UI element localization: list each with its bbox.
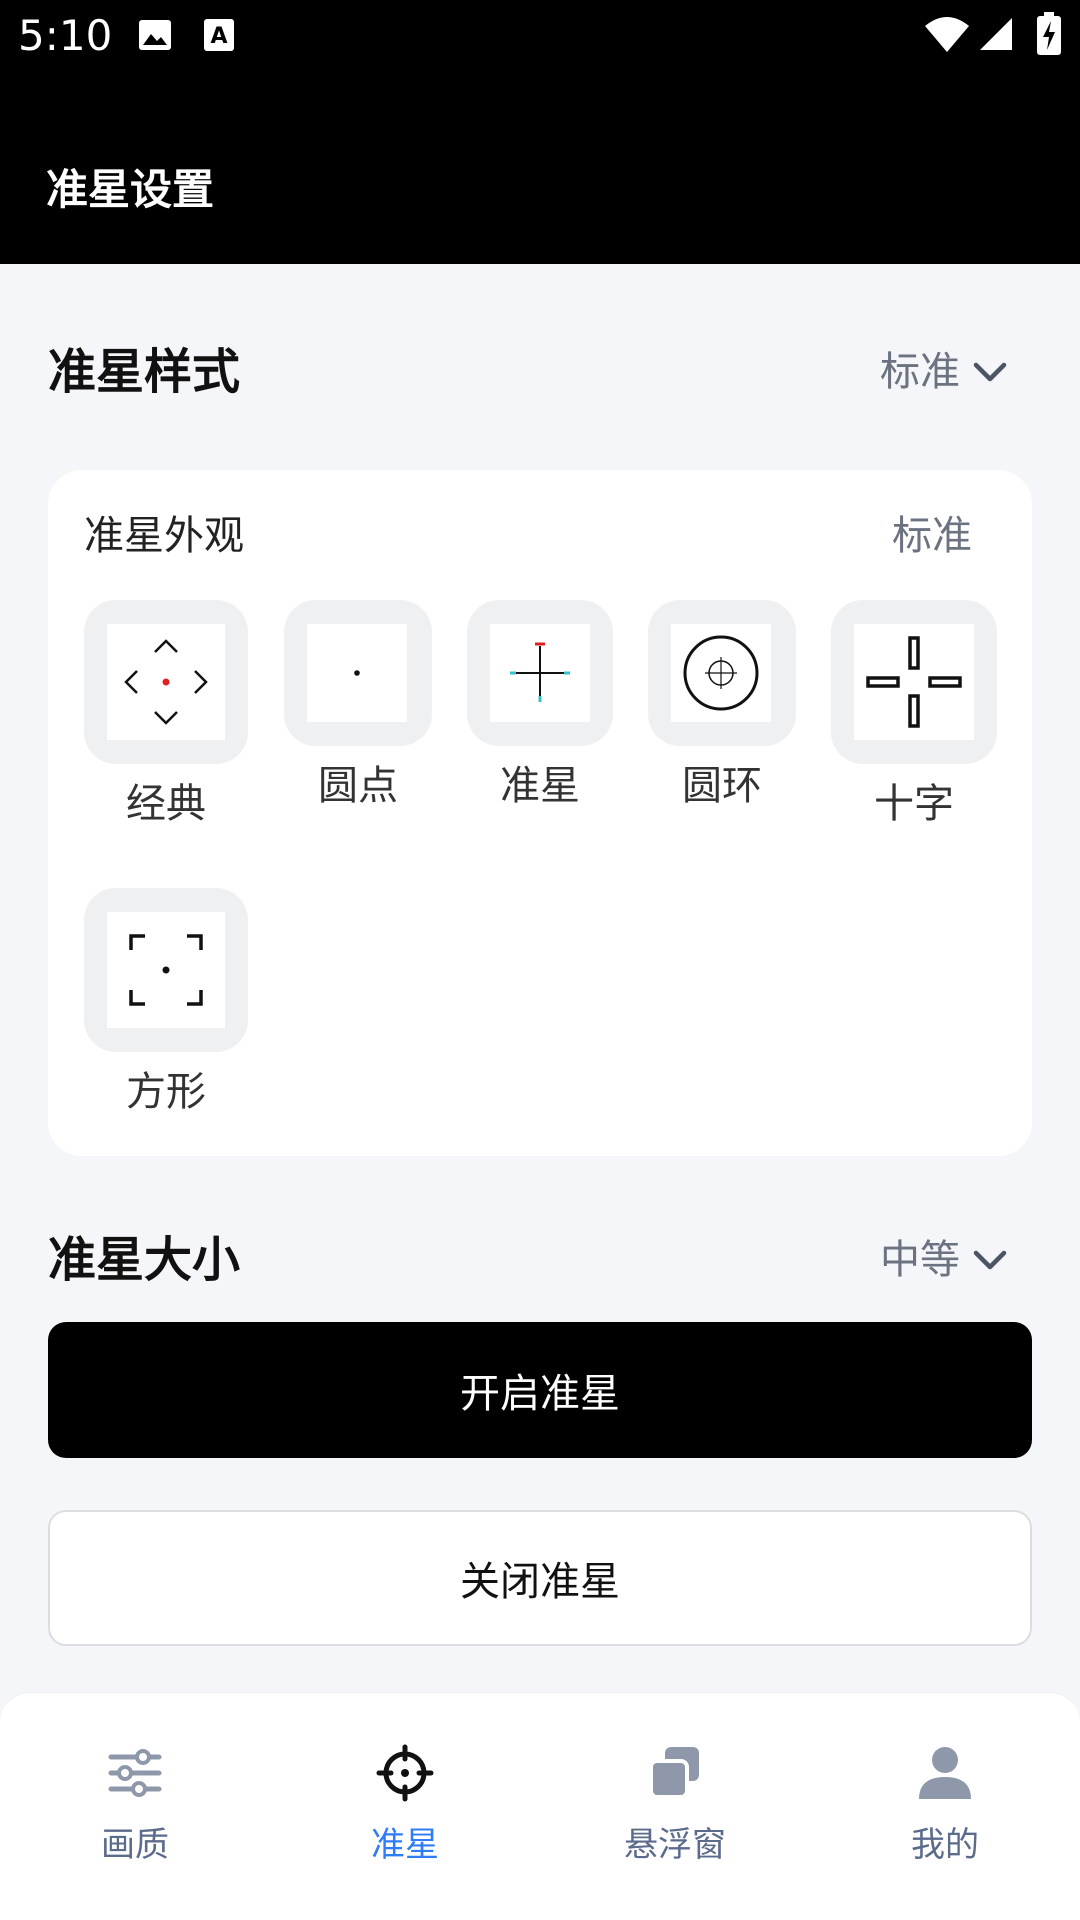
svg-text:A: A	[210, 24, 227, 49]
classic-crosshair-icon	[124, 639, 208, 725]
style-option-label: 方形	[126, 1069, 206, 1115]
style-option-label: 经典	[126, 781, 206, 827]
style-tile	[467, 600, 613, 746]
disable-crosshair-button[interactable]: 关闭准星	[48, 1510, 1032, 1646]
nav-label: 准星	[371, 1825, 439, 1865]
text-a-icon: A	[202, 16, 236, 58]
signal-icon	[978, 16, 1014, 56]
sliders-icon	[108, 1749, 162, 1797]
style-option-square[interactable]: 方形	[84, 888, 248, 1128]
style-option-plus[interactable]: 十字	[831, 600, 997, 840]
crosshair-size-title: 准星大小	[48, 1232, 241, 1288]
style-option-ring[interactable]: 圆环	[648, 600, 796, 820]
style-option-cross[interactable]: 准星	[467, 600, 613, 820]
status-bar: 5:10 A	[0, 0, 1080, 72]
bottom-nav: 画质 准星 悬浮窗 我的	[0, 1692, 1080, 1920]
page-title: 准星设置	[46, 165, 215, 214]
crosshair-style-title: 准星样式	[48, 344, 241, 400]
style-tile	[831, 600, 997, 764]
ring-crosshair-icon	[683, 635, 759, 711]
crosshair-size-dropdown[interactable]: 中等	[880, 1232, 1010, 1288]
app-bar: 准星设置	[0, 72, 1080, 264]
battery-charging-icon	[1036, 12, 1062, 60]
appearance-value: 标准	[892, 513, 972, 559]
nav-label: 画质	[101, 1825, 169, 1865]
crosshair-size-dropdown-value: 中等	[880, 1237, 960, 1283]
nav-label: 悬浮窗	[624, 1825, 726, 1865]
style-option-label: 圆点	[318, 763, 398, 809]
nav-item-floating-window[interactable]: 悬浮窗	[575, 1743, 775, 1883]
style-option-label: 准星	[500, 763, 580, 809]
dot-crosshair-icon	[354, 670, 360, 676]
style-tile	[284, 600, 432, 746]
crosshair-style-dropdown-value: 标准	[880, 349, 960, 395]
wifi-icon	[924, 14, 970, 58]
style-tile	[648, 600, 796, 746]
status-time: 5:10	[18, 11, 113, 60]
nav-label: 我的	[911, 1825, 979, 1865]
nav-item-quality[interactable]: 画质	[35, 1743, 235, 1883]
floating-window-icon	[649, 1747, 699, 1799]
nav-item-profile[interactable]: 我的	[845, 1743, 1045, 1883]
style-option-label: 十字	[874, 781, 954, 827]
style-option-dot[interactable]: 圆点	[284, 600, 432, 820]
crosshair-icon	[376, 1744, 434, 1802]
style-option-classic[interactable]: 经典	[84, 600, 248, 840]
chevron-down-icon	[973, 362, 1007, 382]
plus-crosshair-icon	[866, 636, 962, 728]
image-icon	[136, 16, 174, 58]
enable-crosshair-button[interactable]: 开启准星	[48, 1322, 1032, 1458]
crosshair-style-dropdown[interactable]: 标准	[880, 344, 1010, 400]
nav-item-crosshair[interactable]: 准星	[305, 1743, 505, 1883]
chevron-down-icon	[973, 1250, 1007, 1270]
style-tile	[84, 600, 248, 764]
cross-crosshair-icon	[510, 642, 570, 702]
square-crosshair-icon	[129, 934, 203, 1006]
user-icon	[919, 1747, 971, 1799]
style-option-label: 圆环	[682, 763, 762, 809]
appearance-title: 准星外观	[84, 513, 244, 559]
appearance-card: 准星外观 标准 经典 圆点 准星 圆环 十字 方形	[48, 470, 1032, 1156]
style-tile	[84, 888, 248, 1052]
